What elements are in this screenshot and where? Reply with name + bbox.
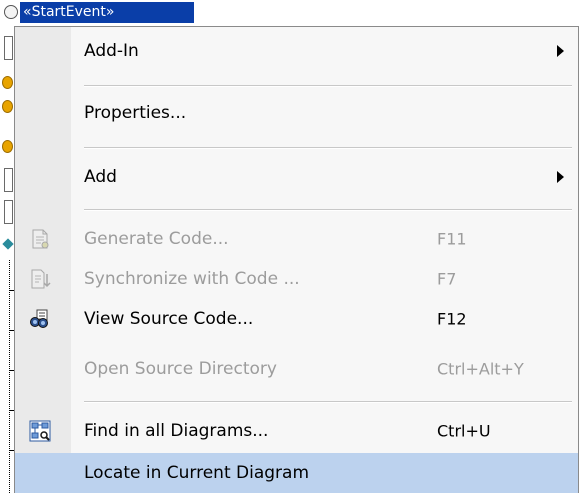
menu-item-label: Find in all Diagrams... bbox=[84, 421, 269, 441]
tree-node-event-icon bbox=[2, 140, 13, 153]
menu-item-shortcut: F7 bbox=[437, 269, 457, 289]
tree-node-box bbox=[4, 200, 13, 224]
view-source-binoculars-icon bbox=[30, 309, 48, 328]
menu-item-synchronize-code[interactable]: Synchronize with Code ... F7 bbox=[15, 259, 578, 299]
menu-item-label: Add-In bbox=[84, 41, 139, 61]
start-event-icon bbox=[4, 5, 18, 19]
menu-separator bbox=[84, 85, 572, 87]
menu-item-label: Add bbox=[84, 167, 117, 187]
menu-item-locate-in-current-diagram[interactable]: Locate in Current Diagram bbox=[15, 453, 578, 493]
menu-item-add[interactable]: Add bbox=[15, 157, 578, 197]
diagram-element-header: «StartEvent» bbox=[0, 0, 579, 26]
menu-item-label: Properties... bbox=[84, 103, 187, 123]
menu-separator bbox=[84, 147, 572, 149]
selected-element-label[interactable]: «StartEvent» bbox=[20, 2, 194, 23]
diagram-tree-strip bbox=[0, 0, 15, 493]
menu-item-find-in-all-diagrams[interactable]: Find in all Diagrams... Ctrl+U bbox=[15, 411, 578, 451]
menu-item-label: Locate in Current Diagram bbox=[84, 463, 310, 483]
menu-item-label: View Source Code... bbox=[84, 309, 254, 329]
menu-item-label: Generate Code... bbox=[84, 229, 229, 249]
synchronize-code-icon bbox=[31, 269, 51, 289]
tree-node-event-icon bbox=[2, 100, 13, 113]
tree-connector-line bbox=[9, 260, 10, 493]
menu-item-label: Open Source Directory bbox=[84, 359, 277, 379]
menu-separator bbox=[84, 209, 572, 211]
tree-node-box bbox=[4, 168, 13, 192]
menu-item-shortcut: Ctrl+Alt+Y bbox=[437, 359, 524, 379]
submenu-arrow-icon bbox=[557, 45, 564, 57]
menu-item-generate-code[interactable]: Generate Code... F11 bbox=[15, 219, 578, 259]
menu-item-open-source-directory[interactable]: Open Source Directory Ctrl+Alt+Y bbox=[15, 349, 578, 389]
tree-node-box bbox=[4, 36, 13, 60]
menu-item-shortcut: F11 bbox=[437, 229, 467, 249]
menu-item-add-in[interactable]: Add-In bbox=[15, 31, 578, 71]
generate-code-icon bbox=[32, 229, 49, 249]
menu-item-label: Synchronize with Code ... bbox=[84, 269, 300, 289]
tree-node-gateway-icon bbox=[2, 238, 14, 250]
submenu-arrow-icon bbox=[557, 171, 564, 183]
menu-item-shortcut: Ctrl+U bbox=[437, 421, 491, 441]
menu-item-shortcut: F12 bbox=[437, 309, 467, 329]
menu-separator bbox=[84, 401, 572, 403]
menu-item-properties[interactable]: Properties... bbox=[15, 93, 578, 133]
context-menu: Add-In Properties... Add Generate Code..… bbox=[14, 26, 579, 493]
find-diagrams-icon bbox=[29, 420, 51, 442]
tree-node-event-icon bbox=[2, 76, 13, 89]
menu-item-view-source-code[interactable]: View Source Code... F12 bbox=[15, 299, 578, 339]
